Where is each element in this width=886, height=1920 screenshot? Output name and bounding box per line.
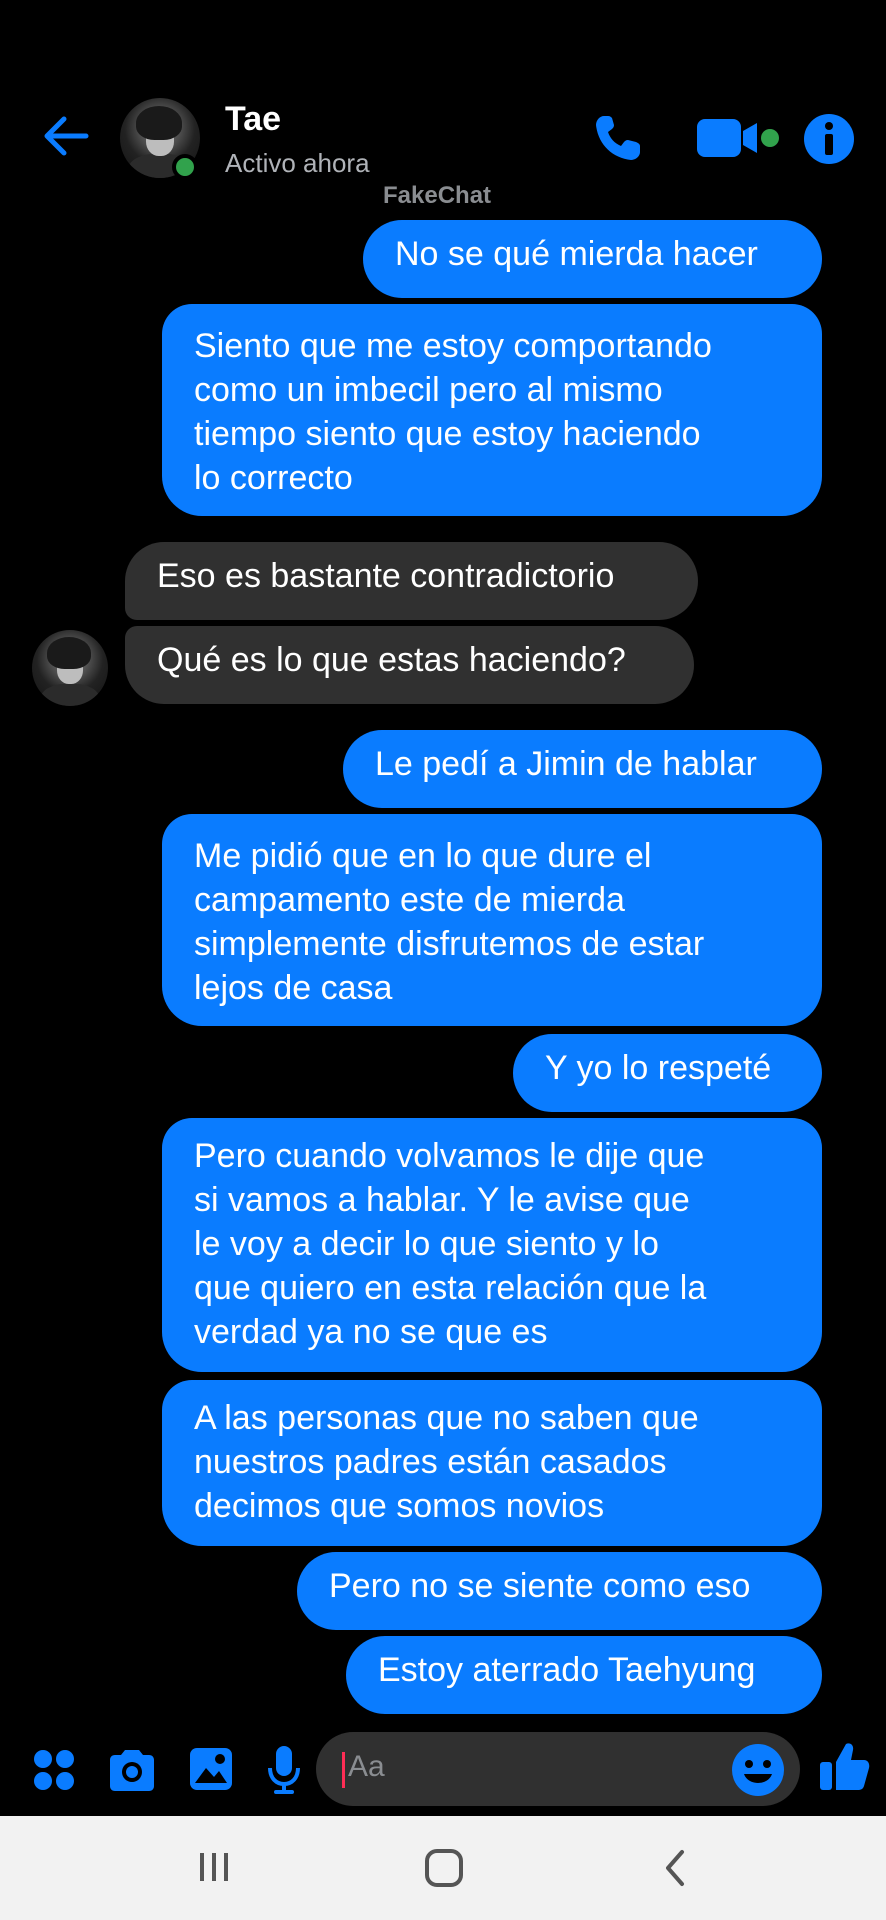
message-bubble[interactable]: Estoy aterrado Taehyung <box>346 1636 822 1714</box>
message-bubble[interactable]: Le pedí a Jimin de hablar <box>343 730 822 808</box>
back-arrow-icon[interactable] <box>40 110 92 162</box>
contact-status: Activo ahora <box>225 148 370 178</box>
phone-icon[interactable] <box>590 110 646 166</box>
message-line: Pero no se siente como eso <box>329 1567 751 1605</box>
home-icon[interactable] <box>424 1848 464 1888</box>
message-line: lo correcto <box>194 459 353 497</box>
message-line: Qué es lo que estas haciendo? <box>157 641 626 679</box>
message-line: decimos que somos novios <box>194 1487 605 1525</box>
message-line: Estoy aterrado Taehyung <box>378 1651 756 1689</box>
message-line: simplemente disfrutemos de estar <box>194 925 705 963</box>
message-line: Y yo lo respeté <box>545 1049 772 1087</box>
message-bubble[interactable]: Eso es bastante contradictorio <box>125 542 698 620</box>
message-line: No se qué mierda hacer <box>395 235 758 273</box>
message-line: verdad ya no se que es <box>194 1313 548 1351</box>
message-bubble[interactable]: Qué es lo que estas haciendo? <box>125 626 694 704</box>
message-bubble[interactable]: Me pidió que en lo que dure el campament… <box>162 814 822 1026</box>
back-icon[interactable] <box>660 1848 690 1888</box>
message-line: lejos de casa <box>194 969 393 1007</box>
message-bubble[interactable]: Y yo lo respeté <box>513 1034 822 1112</box>
contact-name[interactable]: Tae <box>225 100 281 139</box>
gallery-icon[interactable] <box>188 1746 234 1792</box>
message-line: le voy a decir lo que siento y lo <box>194 1225 659 1263</box>
message-bubble[interactable]: Pero no se siente como eso <box>297 1552 822 1630</box>
microphone-icon[interactable] <box>266 1744 302 1796</box>
message-line: Me pidió que en lo que dure el <box>194 837 652 875</box>
apps-icon[interactable] <box>32 1748 76 1792</box>
camera-icon[interactable] <box>106 1748 158 1792</box>
message-line: tiempo siento que estoy haciendo <box>194 415 701 453</box>
message-line: que quiero en esta relación que la <box>194 1269 707 1307</box>
message-line: campamento este de mierda <box>194 881 625 919</box>
info-icon[interactable] <box>802 112 856 166</box>
sender-avatar[interactable] <box>32 630 108 706</box>
message-bubble[interactable]: Pero cuando volvamos le dije que si vamo… <box>162 1118 822 1372</box>
emoji-icon[interactable] <box>730 1742 786 1798</box>
message-input[interactable]: Aa <box>316 1732 800 1806</box>
message-line: nuestros padres están casados <box>194 1443 667 1481</box>
message-bubble[interactable]: A las personas que no saben que nuestros… <box>162 1380 822 1546</box>
message-line: como un imbecil pero al mismo <box>194 371 663 409</box>
message-bubble[interactable]: Siento que me estoy comportando como un … <box>162 304 822 516</box>
recent-apps-icon[interactable] <box>196 1850 232 1884</box>
message-bubble[interactable]: No se qué mierda hacer <box>363 220 822 298</box>
message-line: Le pedí a Jimin de hablar <box>375 745 757 783</box>
message-line: si vamos a hablar. Y le avise que <box>194 1181 690 1219</box>
message-line: Pero cuando volvamos le dije que <box>194 1137 705 1175</box>
message-line: Siento que me estoy comportando <box>194 327 712 365</box>
text-caret <box>342 1752 345 1788</box>
video-icon[interactable] <box>695 115 785 161</box>
thumbs-up-icon[interactable] <box>818 1740 870 1792</box>
online-status-dot <box>172 154 198 180</box>
message-line: Eso es bastante contradictorio <box>157 557 615 595</box>
chat-header: Tae Activo ahora FakeChat <box>0 0 886 215</box>
message-line: A las personas que no saben que <box>194 1399 699 1437</box>
watermark: FakeChat <box>383 182 492 209</box>
message-input-placeholder: Aa <box>348 1750 385 1783</box>
